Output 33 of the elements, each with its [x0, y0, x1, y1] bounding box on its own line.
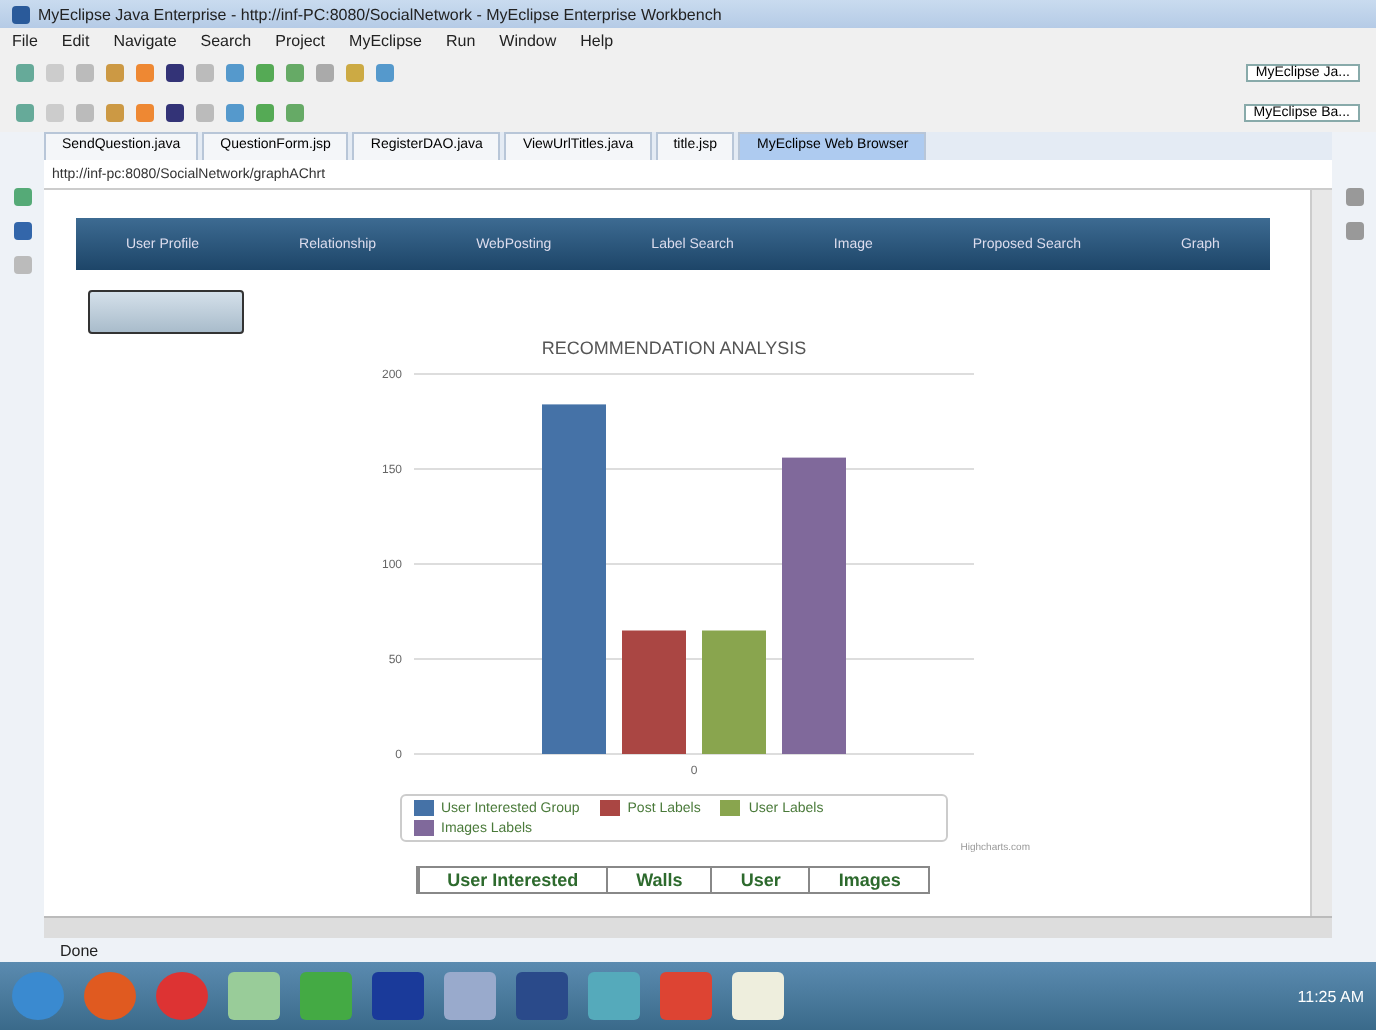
menu-item[interactable]: Help [580, 31, 614, 49]
chart-bar [621, 630, 685, 754]
taskbar-app-icon[interactable] [372, 972, 424, 1020]
taskbar-app-icon[interactable] [444, 972, 496, 1020]
status-text: Done [60, 941, 99, 959]
taskbar-app-icon[interactable] [156, 972, 208, 1020]
menu-item[interactable]: Edit [61, 31, 90, 49]
menu-item[interactable]: Run [445, 31, 476, 49]
chart-bar [701, 630, 765, 754]
menu-item[interactable]: Navigate [113, 31, 177, 49]
clock: 11:25 AM [1297, 987, 1364, 1005]
menu-item[interactable]: MyEclipse [349, 31, 422, 49]
taskbar-app-icon[interactable] [300, 972, 352, 1020]
table-header: User [710, 868, 809, 892]
vertical-scrollbar[interactable] [1310, 190, 1332, 916]
taskbar-app-icon[interactable] [588, 972, 640, 1020]
taskbar-app-icon[interactable] [516, 972, 568, 1020]
menu-item[interactable]: Project [275, 31, 326, 49]
taskbar-app-icon[interactable] [228, 972, 280, 1020]
horizontal-scrollbar[interactable] [44, 916, 1332, 938]
taskbar-app-icon[interactable] [12, 972, 64, 1020]
taskbar-app-icon[interactable] [732, 972, 784, 1020]
menu-item[interactable]: File [12, 31, 38, 49]
table-header: User Interested [417, 868, 607, 892]
chart-title: RECOMMENDATION ANALYSIS [540, 338, 806, 358]
menu-item[interactable]: Window [499, 31, 557, 49]
menu-item[interactable]: Search [200, 31, 252, 49]
table-header: Walls [606, 868, 711, 892]
app-icon [12, 5, 30, 23]
page-button[interactable] [88, 290, 244, 334]
window-title: MyEclipse Java Enterprise - http://inf-PC:8080/SocialNetwork - MyEclipse Enterprise Workbench [38, 5, 722, 23]
table-header: Images [808, 868, 929, 892]
taskbar-app-icon[interactable] [84, 972, 136, 1020]
